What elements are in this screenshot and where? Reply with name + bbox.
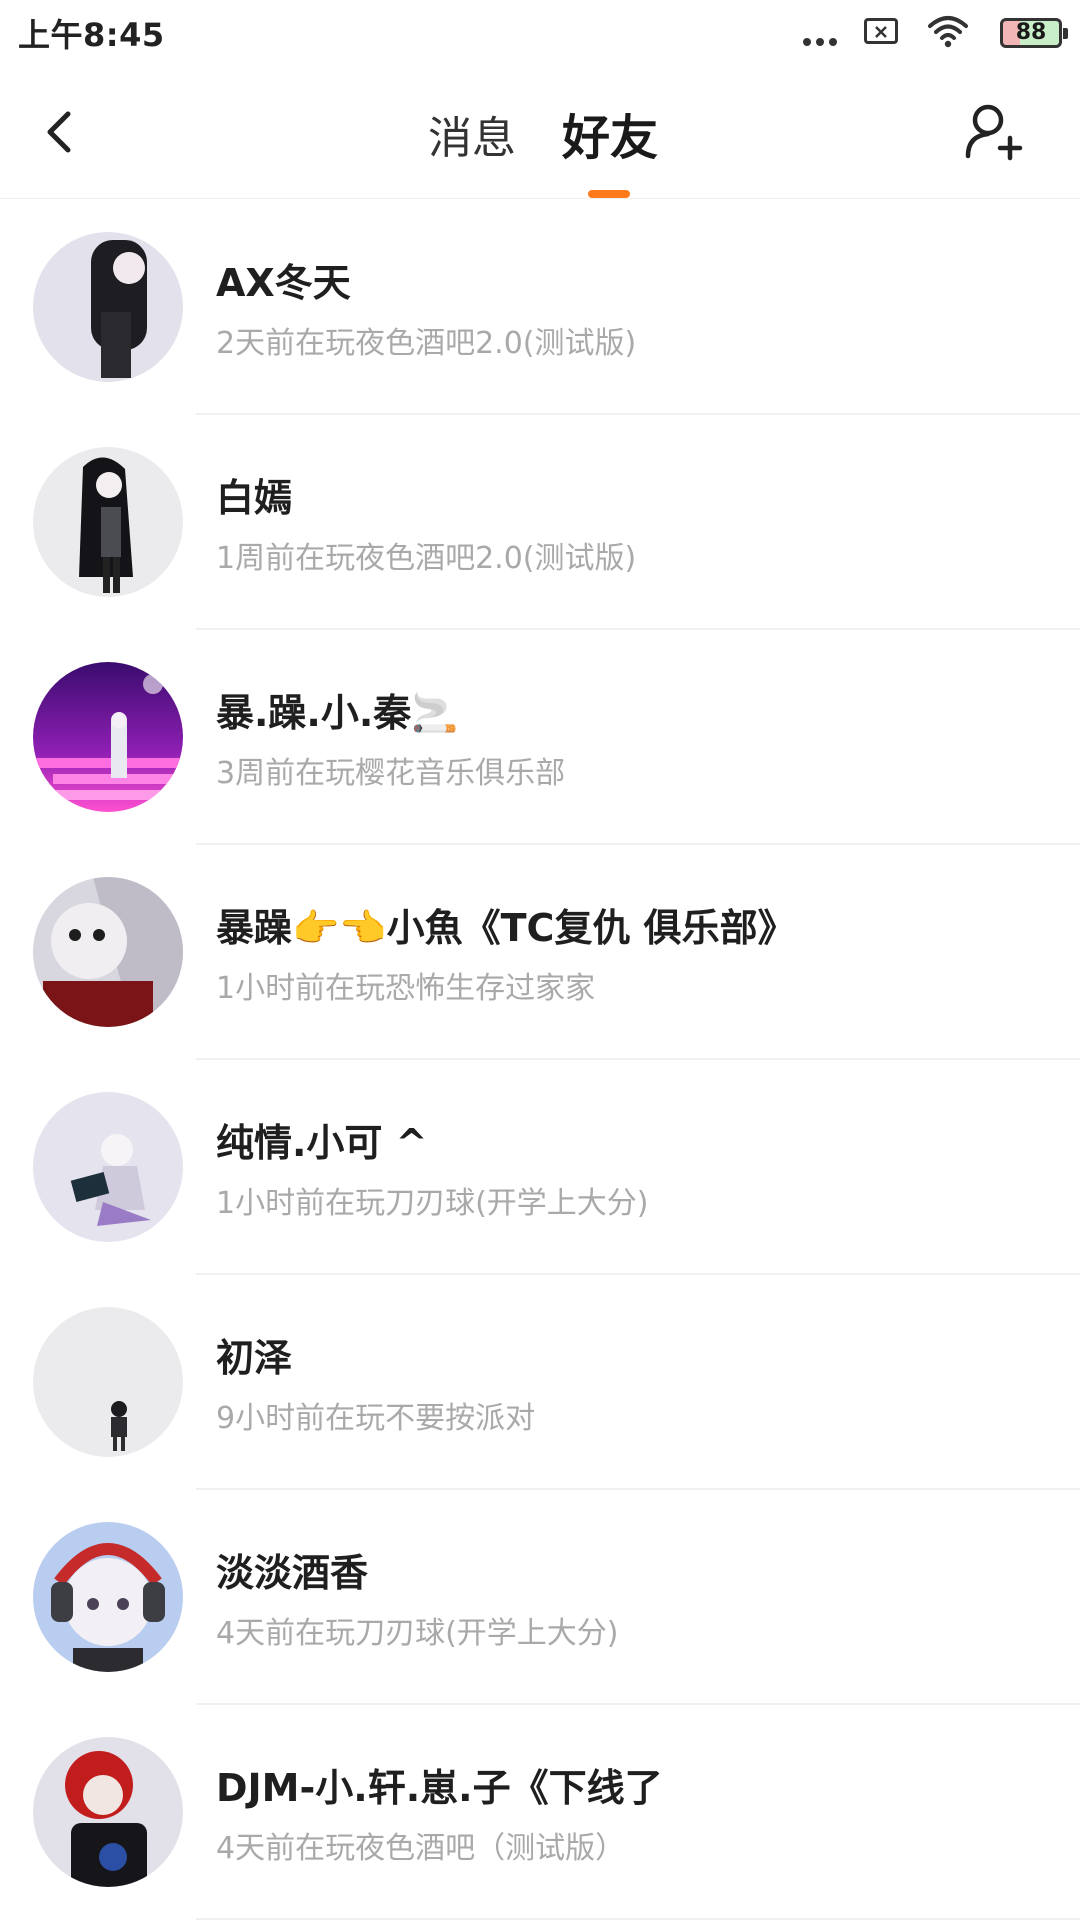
avatar — [33, 447, 183, 597]
friend-row[interactable]: 白嫣 1周前在玩夜色酒吧2.0(测试版) — [0, 415, 1080, 630]
active-tab-indicator — [588, 190, 630, 198]
sim-blocked-icon — [864, 18, 898, 44]
friend-row[interactable]: 淡淡酒香 4天前在玩刀刃球(开学上大分) — [0, 1490, 1080, 1705]
status-bar: 上午8:45 88 — [0, 0, 1080, 66]
friend-name: 淡淡酒香 — [216, 1551, 369, 1595]
battery-level: 88 — [1015, 20, 1047, 45]
status-time: 上午8:45 — [18, 16, 165, 54]
friend-status: 1周前在玩夜色酒吧2.0(测试版) — [216, 541, 637, 576]
friend-row[interactable]: 纯情.小可 ^ 1小时前在玩刀刃球(开学上大分) — [0, 1060, 1080, 1275]
friend-status: 3周前在玩樱花音乐俱乐部 — [216, 756, 566, 791]
friend-row[interactable]: 暴躁👉👈小魚《TC复仇 俱乐部》 1小时前在玩恐怖生存过家家 — [0, 845, 1080, 1060]
avatar — [33, 1092, 183, 1242]
avatar — [33, 1522, 183, 1672]
friend-row[interactable]: 初泽 9小时前在玩不要按派对 — [0, 1275, 1080, 1490]
friend-name: 初泽 — [216, 1336, 293, 1380]
friend-name: 纯情.小可 ^ — [216, 1121, 428, 1165]
friend-status: 1小时前在玩恐怖生存过家家 — [216, 971, 596, 1006]
tab-bar: 消息 好友 — [0, 66, 1080, 198]
battery-icon: 88 — [1000, 18, 1068, 48]
friend-row[interactable]: DJM-小.轩.崽.子《下线了 4天前在玩夜色酒吧（测试版） — [0, 1705, 1080, 1920]
avatar — [33, 1737, 183, 1887]
friend-status: 9小时前在玩不要按派对 — [216, 1401, 536, 1436]
friend-name: AX冬天 — [216, 261, 351, 305]
friend-status: 1小时前在玩刀刃球(开学上大分) — [216, 1186, 649, 1221]
add-friend-button[interactable] — [960, 100, 1024, 164]
avatar — [33, 877, 183, 1027]
avatar — [33, 662, 183, 812]
friend-status: 4天前在玩刀刃球(开学上大分) — [216, 1616, 619, 1651]
avatar — [33, 232, 183, 382]
status-icons: 88 — [766, 14, 1068, 54]
friend-name: 白嫣 — [216, 476, 293, 520]
more-dots-icon — [801, 20, 841, 50]
friend-name: DJM-小.轩.崽.子《下线了 — [216, 1766, 663, 1810]
friend-list: AX冬天 2天前在玩夜色酒吧2.0(测试版) 白嫣 1周前在玩夜色酒吧2.0(测… — [0, 200, 1080, 1920]
friend-status: 2天前在玩夜色酒吧2.0(测试版) — [216, 326, 637, 361]
friend-status: 4天前在玩夜色酒吧（测试版） — [216, 1831, 626, 1866]
friend-name: 暴躁👉👈小魚《TC复仇 俱乐部》 — [216, 906, 796, 950]
tab-messages[interactable]: 消息 — [428, 102, 516, 166]
friend-row[interactable]: 暴.躁.小.秦🚬 3周前在玩樱花音乐俱乐部 — [0, 630, 1080, 845]
add-person-icon — [965, 104, 1023, 161]
friend-row[interactable]: AX冬天 2天前在玩夜色酒吧2.0(测试版) — [0, 200, 1080, 415]
friend-name: 暴.躁.小.秦🚬 — [216, 691, 459, 735]
header: 消息 好友 — [0, 66, 1080, 199]
avatar — [33, 1307, 183, 1457]
wifi-icon — [928, 16, 968, 48]
tab-friends[interactable]: 好友 — [562, 98, 658, 168]
